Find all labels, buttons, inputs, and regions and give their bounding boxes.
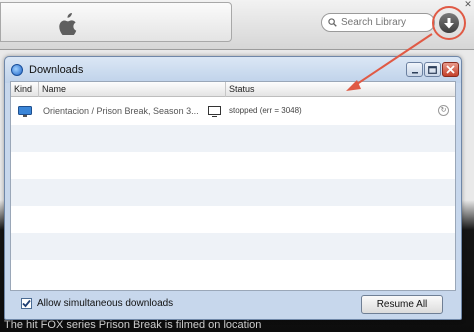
window-footer: Allow simultaneous downloads Resume All [5,291,461,319]
close-icon [446,65,455,74]
item-name: Orientacion / Prison Break, Season 3... [43,106,199,116]
close-icon[interactable]: ✕ [462,0,474,9]
empty-row [11,179,455,206]
search-input[interactable] [341,17,431,28]
itunes-icon [11,64,23,76]
empty-row [11,152,455,179]
list-item[interactable]: Orientacion / Prison Break, Season 3... … [11,98,455,125]
list-header: Kind Name Status [11,82,455,97]
column-status[interactable]: Status [226,82,455,97]
minimize-button[interactable] [406,62,423,77]
column-kind[interactable]: Kind [11,82,39,97]
itunes-toolbar: ✕ [0,0,474,50]
maximize-button[interactable] [424,62,441,77]
monitor-icon [18,106,32,117]
window-title: Downloads [29,64,84,76]
resume-all-button[interactable]: Resume All [361,295,443,314]
lcd-display-panel [0,2,232,42]
column-name[interactable]: Name [39,82,226,97]
allow-simultaneous-label: Allow simultaneous downloads [37,298,174,309]
background-caption: The hit FOX series Prison Break is filme… [4,319,262,331]
downloads-window: Downloads Kind Name Status Orientacion /… [4,56,462,320]
tv-icon [208,106,221,117]
checkmark-icon [22,299,31,308]
allow-simultaneous-checkbox[interactable] [21,298,32,309]
empty-row [11,125,455,152]
downloads-button[interactable] [432,6,466,40]
maximize-icon [428,65,437,74]
apple-logo-icon [59,13,77,35]
close-button[interactable] [442,62,459,77]
downloads-list: Kind Name Status Orientacion / Prison Br… [10,81,456,291]
download-arrow-icon [439,13,459,33]
item-status: stopped (err = 3048) [229,106,302,115]
minimize-icon [411,71,418,73]
search-icon [328,18,337,27]
empty-row [11,233,455,260]
allow-simultaneous-option[interactable]: Allow simultaneous downloads [21,298,173,309]
title-bar[interactable]: Downloads [5,57,461,83]
search-field[interactable] [321,13,435,32]
rows-container: Orientacion / Prison Break, Season 3... … [11,98,455,292]
empty-row [11,206,455,233]
resume-item-icon[interactable]: ↻ [438,105,449,116]
empty-row [11,260,455,287]
